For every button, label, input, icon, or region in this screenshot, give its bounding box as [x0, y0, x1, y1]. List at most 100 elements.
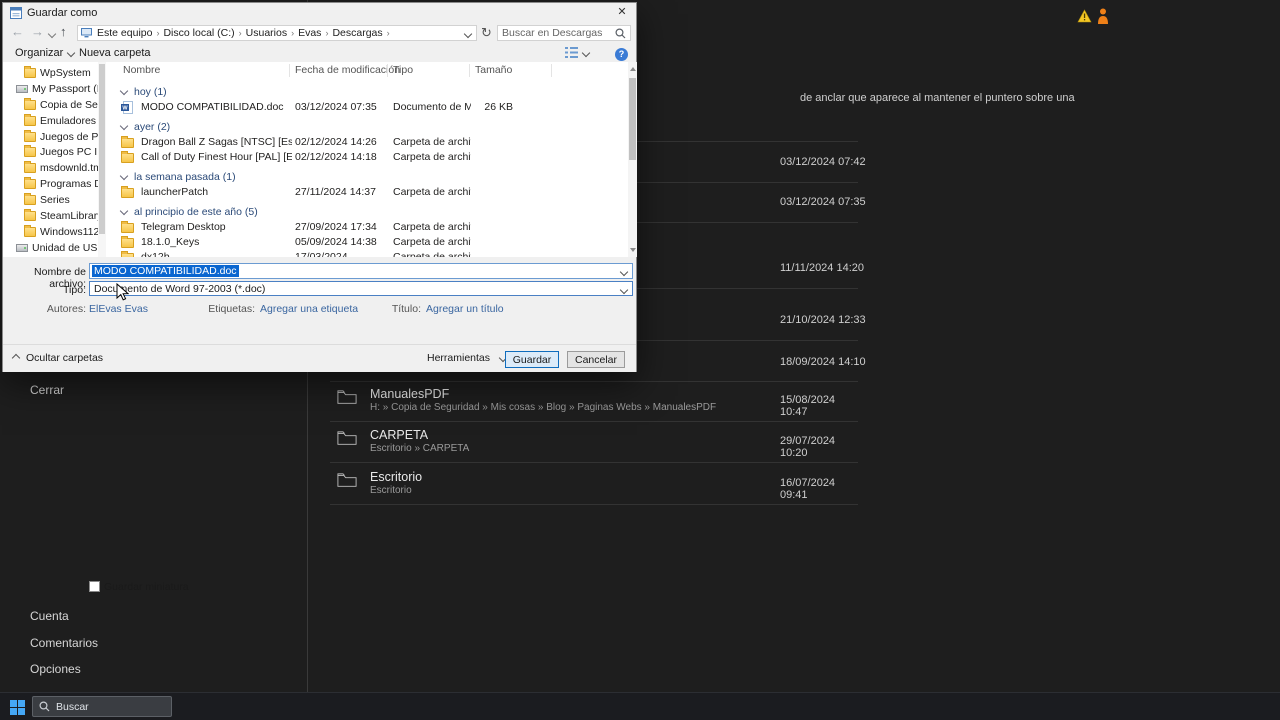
computer-icon [81, 28, 92, 38]
view-selector-button[interactable] [565, 47, 591, 58]
breadcrumb-este-equipo[interactable]: Este equipo [95, 27, 154, 39]
tree-item[interactable]: My Passport (I:) [3, 81, 98, 97]
chevron-down-icon [119, 171, 129, 180]
tree-item-label: Juegos PC II [40, 146, 98, 159]
chevron-down-icon [119, 206, 129, 215]
tags-value[interactable]: Agregar una etiqueta [260, 303, 358, 315]
breadcrumb-disco-local[interactable]: Disco local (C:) [161, 27, 236, 39]
chevron-down-icon[interactable] [619, 285, 629, 295]
file-size: 26 KB [484, 101, 513, 113]
start-button[interactable] [4, 693, 30, 720]
tree-scrollbar[interactable] [98, 62, 106, 257]
file-row[interactable]: Dragon Ball Z Sagas [NTSC] [Español] 02/… [107, 135, 628, 150]
column-header-tamano[interactable]: Tamaño [475, 64, 512, 76]
dialog-titlebar[interactable]: Guardar como ✕ [3, 3, 636, 23]
chevron-down-icon [581, 48, 591, 57]
filename-value: MODO COMPATIBILIDAD.doc [92, 265, 239, 277]
taskbar-search-placeholder: Buscar [56, 700, 89, 713]
breadcrumb-evas[interactable]: Evas [296, 27, 323, 39]
list-view-icon [565, 47, 578, 58]
list-scrollbar[interactable] [628, 62, 637, 257]
tools-button[interactable]: Herramientas [427, 352, 508, 364]
group-header-semana-pasada[interactable]: la semana pasada (1) [107, 168, 628, 185]
recent-file-date: 21/10/2024 12:33 [780, 314, 866, 326]
tree-item[interactable]: SteamLibrary [3, 208, 98, 224]
tree-item[interactable]: Copia de Segu [3, 97, 98, 113]
folder-icon [337, 388, 357, 410]
group-header-ayer[interactable]: ayer (2) [107, 118, 628, 135]
cancel-button[interactable]: Cancelar [567, 351, 625, 368]
filename-input[interactable]: MODO COMPATIBILIDAD.doc [89, 263, 633, 279]
help-icon[interactable]: ? [615, 48, 628, 61]
title-value[interactable]: Agregar un título [426, 303, 504, 315]
address-dropdown-icon[interactable] [463, 29, 473, 39]
word-doc-icon: W [121, 101, 133, 117]
chevron-right-icon: › [238, 28, 242, 38]
forward-icon[interactable]: → [31, 24, 44, 39]
hide-folders-button[interactable]: Ocultar carpetas [11, 352, 103, 364]
column-header-tipo[interactable]: Tipo [393, 64, 413, 76]
chevron-down-icon [67, 48, 76, 58]
tree-item[interactable]: Unidad de USB ( [3, 240, 98, 256]
scroll-down-icon[interactable] [630, 248, 636, 252]
group-header-principio-ano[interactable]: al principio de este año (5) [107, 203, 628, 220]
tree-item[interactable]: Windows112 [3, 224, 98, 240]
file-list-rows: hoy (1) W MODO COMPATIBILIDAD.doc 03/12/… [107, 79, 628, 257]
taskbar-search-input[interactable]: Buscar [32, 696, 172, 717]
chevron-up-icon [11, 353, 21, 363]
tree-item[interactable]: Juegos de PC p [3, 129, 98, 145]
filetype-label: Tipo: [63, 284, 86, 296]
tree-item[interactable]: Programas De [3, 176, 98, 192]
column-header-fecha[interactable]: Fecha de modificación [295, 64, 400, 76]
organize-button[interactable]: Organizar [15, 47, 76, 59]
new-folder-button[interactable]: Nueva carpeta [79, 47, 151, 59]
scroll-up-icon[interactable] [630, 67, 636, 71]
search-input[interactable]: Buscar en Descargas [497, 25, 631, 41]
sidebar-item-cerrar[interactable]: Cerrar [30, 383, 64, 397]
tree-item-label: WpSystem [40, 66, 91, 79]
back-icon[interactable]: ← [11, 24, 24, 39]
filetype-select[interactable]: Documento de Word 97-2003 (*.doc) [89, 281, 633, 296]
tree-item-label: Juegos de PC p [40, 130, 98, 143]
recent-file-date: 18/09/2024 14:10 [780, 356, 866, 368]
file-row[interactable]: dx12b... 17/03/2024 Carpeta de archivos [107, 250, 628, 257]
drive-icon [16, 84, 28, 93]
breadcrumb-descargas[interactable]: Descargas [330, 27, 384, 39]
file-row[interactable]: Call of Duty Finest Hour [PAL] [Es,Fr,It… [107, 150, 628, 165]
scrollbar-thumb[interactable] [99, 64, 105, 234]
authors-value[interactable]: ElEvas Evas [89, 303, 148, 315]
file-row[interactable]: launcherPatch 27/11/2024 14:37 Carpeta d… [107, 185, 628, 200]
tree-item[interactable]: msdownld.tmp [3, 160, 98, 176]
tree-item[interactable]: Series [3, 192, 98, 208]
breadcrumb-usuarios[interactable]: Usuarios [244, 27, 289, 39]
recent-file-row[interactable]: ManualesPDF H: » Copia de Seguridad » Mi… [330, 382, 858, 422]
refresh-icon[interactable]: ↻ [481, 25, 492, 41]
close-icon[interactable]: ✕ [608, 3, 636, 22]
organize-label: Organizar [15, 47, 64, 59]
folder-icon [24, 193, 36, 206]
file-row[interactable]: W MODO COMPATIBILIDAD.doc 03/12/2024 07:… [107, 100, 628, 115]
recent-locations-icon[interactable] [47, 29, 57, 39]
backstage-hint-text: de anclar que aparece al mantener el pun… [800, 92, 1075, 104]
tree-item[interactable]: Emuladores [3, 113, 98, 129]
scrollbar-thumb[interactable] [629, 78, 636, 160]
group-header-hoy[interactable]: hoy (1) [107, 83, 628, 100]
recent-file-row[interactable]: Escritorio Escritorio 16/07/2024 09:41 [330, 465, 858, 505]
recent-file-row[interactable]: CARPETA Escritorio » CARPETA 29/07/2024 … [330, 423, 858, 463]
save-button[interactable]: Guardar [505, 351, 559, 368]
tree-item-label: Emuladores [40, 114, 97, 127]
up-icon[interactable]: ↑ [60, 24, 67, 39]
chevron-down-icon[interactable] [619, 267, 629, 277]
sidebar-item-cuenta[interactable]: Cuenta [30, 609, 69, 623]
address-bar[interactable]: Este equipo › Disco local (C:) › Usuarios ›… [77, 25, 477, 41]
file-row[interactable]: 18.1.0_Keys 05/09/2024 14:38 Carpeta de … [107, 235, 628, 250]
column-header-nombre[interactable]: Nombre [123, 64, 160, 76]
tree-item[interactable]: Juegos PC II [3, 144, 98, 160]
file-date: 02/12/2024 14:18 [295, 151, 377, 163]
folder-icon [337, 471, 357, 493]
sidebar-item-opciones[interactable]: Opciones [30, 662, 81, 676]
sidebar-item-comentarios[interactable]: Comentarios [30, 636, 98, 650]
tree-item[interactable]: WpSystem [3, 65, 98, 81]
save-thumbnail-checkbox[interactable] [89, 581, 100, 592]
file-row[interactable]: Telegram Desktop 27/09/2024 17:34 Carpet… [107, 220, 628, 235]
